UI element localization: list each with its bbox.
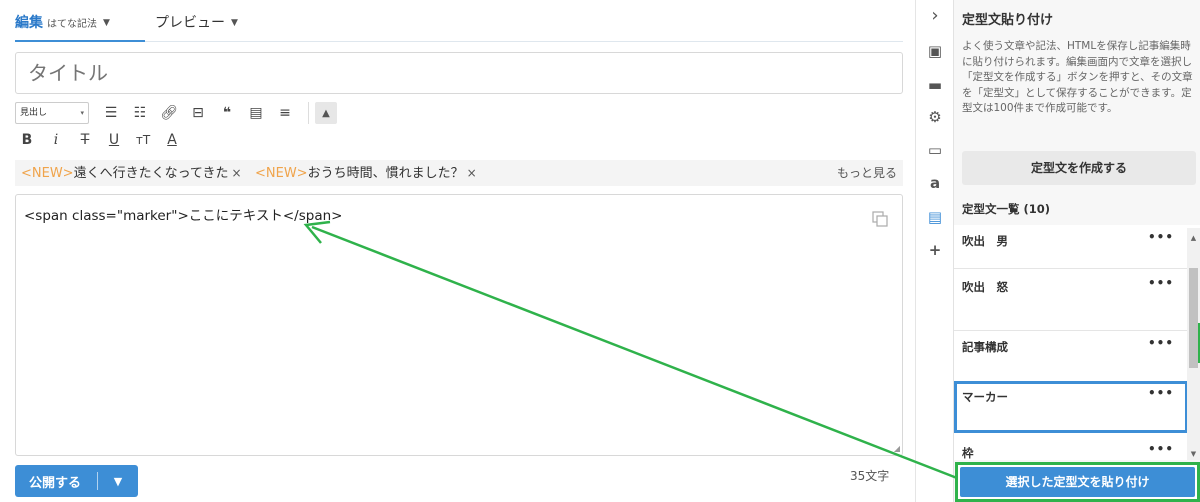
document-icon[interactable]: ▭ (926, 141, 944, 159)
format-toolbar: 見出し ▾ ☰ ☷ 🔗︎ ⊟ ❝ ▤ ≡ ▲ (15, 100, 337, 126)
copy-icon[interactable] (872, 211, 888, 227)
toolbar-divider (308, 102, 309, 124)
list-item-name: 枠 (962, 446, 974, 460)
news-tag: <NEW> (21, 166, 74, 181)
template-list-scrollbar[interactable]: ▲ ▼ (1187, 228, 1200, 460)
more-icon[interactable]: ••• (1148, 336, 1174, 350)
gear-icon[interactable]: ⚙ (926, 108, 944, 126)
list-item-name: マーカー (962, 390, 1008, 404)
chevron-down-icon: ▼ (231, 18, 238, 28)
amazon-icon[interactable]: a (926, 174, 944, 192)
tab-preview[interactable]: プレビュー ▼ (155, 0, 238, 42)
folder-icon[interactable]: ▬ (926, 76, 944, 94)
template-list-heading: 定型文一覧 (10) (962, 202, 1051, 216)
news-item[interactable]: <NEW>遠くへ行きたくなってきた × (21, 160, 242, 187)
create-template-button[interactable]: 定型文を作成する (962, 151, 1196, 185)
tab-edit-label: 編集 (15, 15, 43, 31)
heading-select[interactable]: 見出し ▾ (15, 102, 89, 124)
char-count: 35文字 (850, 469, 890, 483)
tab-preview-label: プレビュー (155, 15, 225, 31)
news-tag: <NEW> (255, 166, 308, 181)
collapse-toolbar-icon[interactable]: ▲ (315, 102, 337, 124)
list-item-name: 吹出 怒 (962, 280, 1008, 294)
scrollbar-thumb[interactable] (1189, 268, 1198, 368)
table-icon[interactable]: ▤ (244, 101, 268, 125)
chevron-down-icon: ▾ (80, 109, 84, 117)
font-size-icon[interactable]: ᴛT (131, 128, 155, 152)
more-link[interactable]: もっと見る (837, 160, 897, 186)
panel-title: 定型文貼り付け (962, 13, 1054, 28)
list-item-name: 吹出 男 (962, 234, 1008, 248)
scroll-up-icon[interactable]: ▲ (1187, 232, 1200, 244)
text-toolbar: B i T U ᴛT A (15, 127, 189, 153)
sidebar-rail: › ▣ ▬ ⚙ ▭ a ▤ + (915, 0, 953, 502)
scroll-down-icon[interactable]: ▼ (1187, 448, 1200, 460)
body-textarea[interactable]: <span class="marker">ここにテキスト</span> ◢ (15, 194, 903, 456)
chevron-down-icon: ▼ (103, 18, 110, 28)
resize-handle-icon[interactable]: ◢ (894, 444, 900, 453)
list-item[interactable]: 吹出 男 ••• (954, 225, 1188, 269)
numbered-list-icon[interactable]: ☷ (128, 101, 152, 125)
template-panel: 定型文貼り付け よく使う文章や記法、HTMLを保存し記事編集時に貼り付けられます… (953, 0, 1200, 502)
close-icon[interactable]: × (232, 166, 242, 180)
news-bar: <NEW>遠くへ行きたくなってきた × <NEW>おうち時間、慣れました？ × もっ… (15, 160, 903, 186)
underline-icon[interactable]: U (102, 128, 126, 152)
bullet-list-icon[interactable]: ☰ (99, 101, 123, 125)
quote-icon[interactable]: ❝ (215, 101, 239, 125)
more-icon[interactable]: ••• (1148, 386, 1174, 400)
tab-edit[interactable]: 編集 はてな記法 ▼ (15, 0, 145, 42)
italic-icon[interactable]: i (44, 128, 68, 152)
list-item[interactable]: 枠 ••• (954, 437, 1188, 460)
panel-description: よく使う文章や記法、HTMLを保存し記事編集時に貼り付けられます。編集画面内で文… (962, 40, 1193, 114)
editor-area: 編集はてな記法 ▼ プレビュー ▼ 見出し ▾ ☰ ☷ 🔗︎ ⊟ ❝ ▤ ≡ ▲ B … (0, 0, 915, 502)
publish-button[interactable]: 公開する ▼ (15, 465, 138, 497)
news-text: 遠くへ行きたくなってきた (73, 166, 229, 181)
more-icon[interactable]: ••• (1148, 276, 1174, 290)
paste-button-highlight: 選択した定型文を貼り付け (955, 462, 1200, 502)
bold-icon[interactable]: B (15, 128, 39, 152)
more-icon[interactable]: ••• (1148, 230, 1174, 244)
news-item[interactable]: <NEW>おうち時間、慣れました？ × (255, 160, 477, 187)
horizontal-rule-icon[interactable]: ⊟ (186, 101, 210, 125)
chevron-down-icon[interactable]: ▼ (98, 475, 138, 488)
paste-template-button[interactable]: 選択した定型文を貼り付け (960, 467, 1195, 497)
link-icon[interactable]: 🔗︎ (157, 101, 181, 125)
body-text: <span class="marker">ここにテキスト</span> (24, 208, 343, 224)
text-color-icon[interactable]: A (160, 128, 184, 152)
strikethrough-icon[interactable]: T (73, 128, 97, 152)
template-list: 吹出 男 ••• 吹出 怒 ••• 記事構成 ••• マーカー ••• 枠 ••… (954, 225, 1200, 460)
more-icon[interactable]: ••• (1148, 442, 1174, 456)
photo-icon[interactable]: ▣ (926, 42, 944, 60)
chevron-right-icon[interactable]: › (926, 5, 944, 26)
heading-select-label: 見出し (20, 108, 48, 118)
more-block-icon[interactable]: ≡ (273, 101, 297, 125)
tab-edit-syntax: はてな記法 (47, 19, 97, 30)
editor-tabs: 編集 はてな記法 ▼ プレビュー ▼ (15, 0, 903, 42)
title-input[interactable] (15, 52, 903, 94)
list-item-selected[interactable]: マーカー ••• (954, 381, 1188, 433)
close-icon[interactable]: × (467, 166, 477, 180)
list-item[interactable]: 吹出 怒 ••• (954, 271, 1188, 331)
clipboard-icon[interactable]: ▤ (926, 208, 944, 226)
news-text: おうち時間、慣れました？ (307, 166, 464, 181)
list-item-name: 記事構成 (962, 340, 1008, 354)
plus-icon[interactable]: + (926, 241, 944, 259)
publish-label: 公開する (29, 475, 82, 491)
